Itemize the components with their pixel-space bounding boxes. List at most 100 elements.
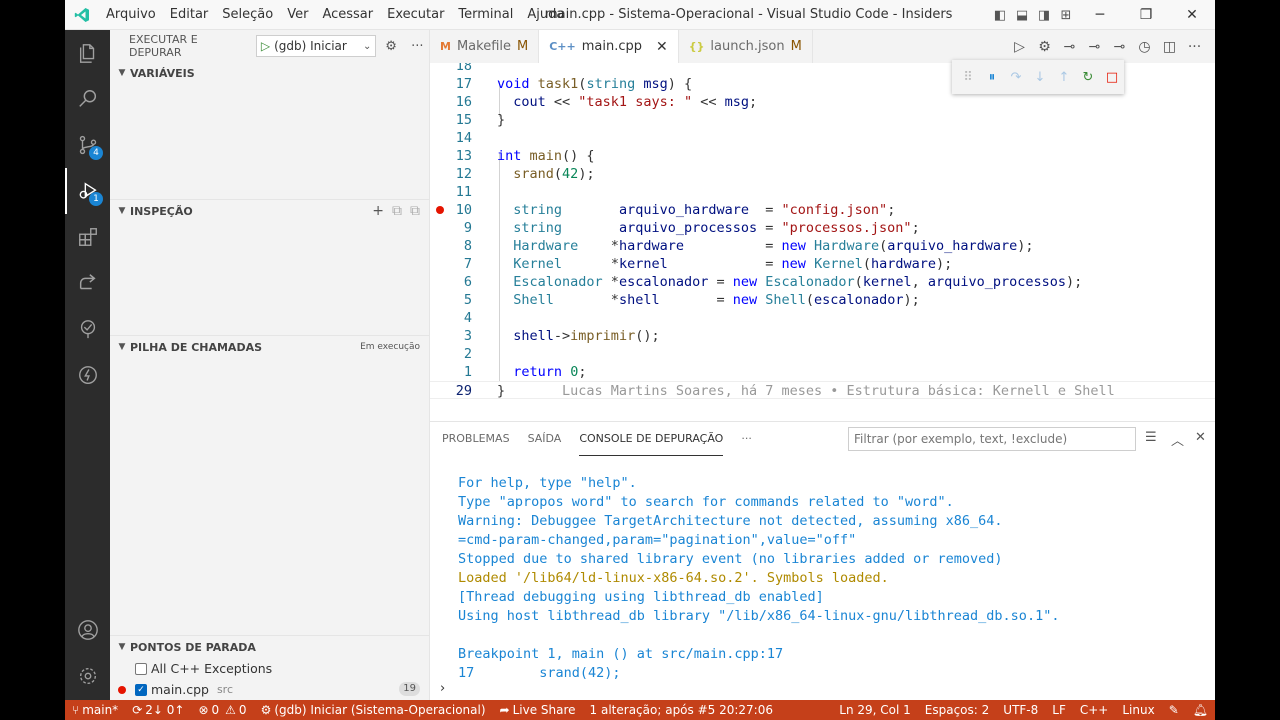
- remote-explorer-icon[interactable]: [65, 352, 110, 398]
- extensions-icon[interactable]: [65, 214, 110, 260]
- tab-debug-console[interactable]: CONSOLE DE DEPURAÇÃO: [579, 422, 724, 456]
- language-mode[interactable]: C++: [1073, 703, 1116, 717]
- step-into-icon[interactable]: ↓: [1028, 70, 1052, 85]
- tab-launch-json[interactable]: {} launch.json M: [679, 30, 813, 63]
- clear-console-icon[interactable]: ☰: [1145, 430, 1157, 445]
- sync-item[interactable]: ⟳ 2↓ 0↑: [125, 703, 191, 717]
- code-line[interactable]: 11: [430, 183, 1215, 201]
- code-editor[interactable]: 18 17 void task1(string msg) {16 cout << "…: [430, 63, 1215, 421]
- debug-config-select[interactable]: ▷ (gdb) Iniciar ⌄: [255, 35, 377, 57]
- pause-icon[interactable]: ⏸: [980, 70, 1004, 85]
- code-line[interactable]: 7 Kernel *kernel = new Kernel(hardware);: [430, 255, 1215, 273]
- toggle-secondary-sidebar-icon[interactable]: ◨: [1033, 0, 1055, 30]
- testing-icon[interactable]: [65, 306, 110, 352]
- restore-button[interactable]: ❐: [1123, 0, 1169, 30]
- changes-item[interactable]: 1 alteração; após #5 20:27:06: [583, 703, 780, 717]
- account-icon[interactable]: [65, 607, 110, 653]
- live-share-item[interactable]: ➦ Live Share: [493, 703, 583, 717]
- close-panel-icon[interactable]: ✕: [1195, 430, 1206, 445]
- end-of-line[interactable]: LF: [1045, 703, 1073, 717]
- notifications-bell-icon[interactable]: 🔔︎: [1186, 703, 1215, 717]
- add-expression-icon[interactable]: +: [372, 203, 384, 219]
- more-actions-icon[interactable]: ···: [1182, 39, 1207, 55]
- explorer-icon[interactable]: [65, 30, 110, 76]
- customize-layout-icon[interactable]: ⊞: [1055, 0, 1077, 30]
- code-line[interactable]: 13 int main() {: [430, 147, 1215, 165]
- tab-main-cpp[interactable]: C++ main.cpp ✕: [539, 30, 679, 63]
- code-line[interactable]: 9 string arquivo_processos = "processos.…: [430, 219, 1215, 237]
- maximize-panel-icon[interactable]: ︿: [1171, 430, 1184, 449]
- source-control-icon[interactable]: 4: [65, 122, 110, 168]
- os-item[interactable]: Linux: [1115, 703, 1161, 717]
- tab-output[interactable]: SAÍDA: [528, 422, 562, 456]
- run-debug-icon[interactable]: 1: [65, 168, 110, 214]
- code-line[interactable]: 16 cout << "task1 says: " << msg;: [430, 93, 1215, 111]
- git-previous-icon[interactable]: ⊸: [1082, 39, 1107, 55]
- code-line[interactable]: 15}: [430, 111, 1215, 129]
- code-line[interactable]: 5 Shell *shell = new Shell(escalonador);: [430, 291, 1215, 309]
- refresh-icon[interactable]: ⧉: [392, 203, 402, 219]
- step-over-icon[interactable]: ↷: [1004, 70, 1028, 85]
- console-filter-input[interactable]: Filtrar (por exemplo, text, !exclude): [848, 427, 1136, 451]
- bottom-panel: PROBLEMAS SAÍDA CONSOLE DE DEPURAÇÃO ···…: [430, 421, 1215, 700]
- feedback-icon[interactable]: ✎: [1162, 703, 1186, 717]
- code-line[interactable]: 8 Hardware *hardware = new Hardware(arqu…: [430, 237, 1215, 255]
- minimize-button[interactable]: ─: [1077, 0, 1123, 30]
- search-icon[interactable]: [65, 76, 110, 122]
- tab-makefile[interactable]: M Makefile M: [430, 30, 540, 63]
- manage-gear-icon[interactable]: [65, 653, 110, 699]
- collapse-all-icon[interactable]: ⧉: [410, 203, 420, 219]
- toggle-sidebar-icon[interactable]: ◧: [989, 0, 1011, 30]
- run-debug-file-icon[interactable]: ▷: [1007, 39, 1032, 55]
- restart-icon[interactable]: ↻: [1076, 70, 1100, 85]
- close-window-button[interactable]: ✕: [1169, 0, 1215, 30]
- code-line[interactable]: 2: [430, 345, 1215, 363]
- problems-item[interactable]: ⊗ 0 ⚠ 0: [191, 703, 253, 717]
- variables-header[interactable]: ▼ VARIÁVEIS: [110, 62, 430, 84]
- debug-config-item[interactable]: ⚙ (gdb) Iniciar (Sistema-Operacional): [254, 703, 493, 717]
- git-next-icon[interactable]: ⊸: [1107, 39, 1132, 55]
- breakpoint-checkbox[interactable]: [135, 662, 147, 675]
- code-line[interactable]: 12 srand(42);: [430, 165, 1215, 183]
- drag-handle-icon[interactable]: ⠿: [956, 70, 980, 85]
- tab-problems[interactable]: PROBLEMAS: [442, 422, 510, 456]
- indentation[interactable]: Espaços: 2: [918, 703, 997, 717]
- menu-item[interactable]: Arquivo: [99, 0, 163, 30]
- code-line[interactable]: 14: [430, 129, 1215, 147]
- code-line[interactable]: 10 string arquivo_hardware = "config.jso…: [430, 201, 1215, 219]
- live-share-icon[interactable]: [65, 260, 110, 306]
- timeline-icon[interactable]: ◷: [1132, 39, 1157, 55]
- menu-item[interactable]: Executar: [380, 0, 451, 30]
- close-tab-icon[interactable]: ✕: [656, 39, 668, 55]
- code-line[interactable]: 1 return 0;: [430, 363, 1215, 381]
- code-line[interactable]: 4: [430, 309, 1215, 327]
- breakpoints-header[interactable]: ▼ PONTOS DE PARADA: [110, 636, 430, 658]
- toggle-panel-icon[interactable]: ⬓: [1011, 0, 1033, 30]
- breakpoint-row[interactable]: All C++ Exceptions: [110, 658, 430, 679]
- code-line[interactable]: 6 Escalonador *escalonador = new Escalon…: [430, 273, 1215, 291]
- open-launch-json-gear-icon[interactable]: ⚙: [379, 39, 402, 54]
- git-commit-icon[interactable]: ⊸: [1057, 39, 1082, 55]
- stop-icon[interactable]: □: [1100, 70, 1124, 85]
- breakpoint-row[interactable]: ✓ main.cpp src 19: [110, 679, 430, 700]
- code-line[interactable]: 3 shell->imprimir();: [430, 327, 1215, 345]
- menu-item[interactable]: Editar: [163, 0, 216, 30]
- menu-item[interactable]: Terminal: [451, 0, 520, 30]
- breakpoint-checkbox[interactable]: ✓: [135, 683, 147, 696]
- cursor-position[interactable]: Ln 29, Col 1: [832, 703, 918, 717]
- branch-item[interactable]: ⑂ main*: [65, 703, 125, 717]
- call-stack-header[interactable]: ▼ PILHA DE CHAMADAS Em execução: [110, 336, 430, 358]
- more-tabs-icon[interactable]: ···: [741, 422, 752, 456]
- menu-item[interactable]: Acessar: [315, 0, 380, 30]
- settings-gear-icon[interactable]: ⚙: [1032, 39, 1057, 55]
- menu-item[interactable]: Ver: [280, 0, 315, 30]
- step-out-icon[interactable]: ↑: [1052, 70, 1076, 85]
- split-editor-icon[interactable]: ◫: [1157, 39, 1182, 55]
- encoding[interactable]: UTF-8: [996, 703, 1045, 717]
- more-actions-icon[interactable]: ···: [406, 39, 429, 54]
- repl-prompt-icon[interactable]: ›: [440, 681, 445, 696]
- menu-item[interactable]: Seleção: [215, 0, 280, 30]
- code-line[interactable]: 29} Lucas Martins Soares, há 7 meses • E…: [430, 381, 1215, 399]
- watch-header[interactable]: ▼ INSPEÇÃO + ⧉ ⧉: [110, 200, 430, 222]
- start-debug-icon[interactable]: ▷: [261, 39, 270, 53]
